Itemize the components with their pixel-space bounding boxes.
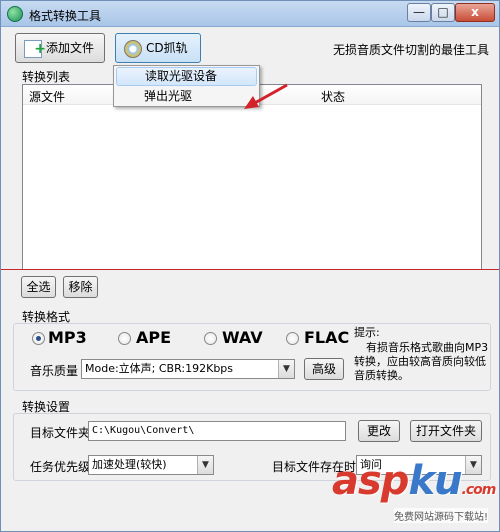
add-file-label: 添加文件 <box>46 41 95 55</box>
column-source-file[interactable]: 源文件 <box>29 88 65 105</box>
annotation-line <box>1 269 499 270</box>
radio-mp3[interactable] <box>32 332 45 345</box>
watermark-brand-a: asp <box>332 458 409 504</box>
file-list-label: 转换列表 <box>22 70 71 84</box>
priority-label: 任务优先级 <box>30 460 91 474</box>
close-button[interactable]: x <box>455 3 495 22</box>
advanced-button[interactable]: 高级 <box>304 358 344 380</box>
add-file-button[interactable]: 添加文件 <box>15 33 105 63</box>
window-title: 格式转换工具 <box>29 9 102 23</box>
menu-item-eject-drive[interactable]: 弹出光驱 <box>116 87 257 106</box>
annotation-arrow-icon <box>244 83 288 109</box>
cd-rip-button[interactable]: CD抓轨 <box>115 33 201 63</box>
minimize-button[interactable]: — <box>407 3 431 22</box>
app-window: 格式转换工具 — □ x 添加文件 CD抓轨 无损音质文件切割的最佳工具 转换列… <box>0 0 500 532</box>
add-file-icon <box>24 35 46 63</box>
radio-wav[interactable] <box>204 332 217 345</box>
hint-title: 提示: <box>354 326 380 339</box>
radio-label-mp3[interactable]: MP3 <box>48 328 87 347</box>
column-status[interactable]: 状态 <box>321 88 345 105</box>
tagline: 无损音质文件切割的最佳工具 <box>333 43 490 57</box>
change-folder-button[interactable]: 更改 <box>358 420 400 442</box>
hint-body: 有损音乐格式歌曲向MP3转换，应由较高音质向较低音质转换。 <box>354 341 489 382</box>
app-logo-icon <box>7 6 23 22</box>
quality-label: 音乐质量 <box>30 364 79 378</box>
title-bar[interactable]: 格式转换工具 — □ x <box>1 1 499 27</box>
watermark-subtitle: 免费网站源码下载站! <box>394 508 489 523</box>
radio-label-wav[interactable]: WAV <box>222 328 263 347</box>
select-all-button[interactable]: 全选 <box>21 276 56 298</box>
cd-rip-label: CD抓轨 <box>146 41 188 55</box>
chevron-down-icon[interactable]: ▼ <box>278 360 294 378</box>
open-folder-button[interactable]: 打开文件夹 <box>410 420 482 442</box>
watermark-brand: aspku.com <box>332 458 497 504</box>
quality-select[interactable]: Mode:立体声; CBR:192Kbps ▼ <box>81 359 295 379</box>
watermark-brand-b: ku <box>408 458 462 504</box>
target-folder-label: 目标文件夹 <box>30 426 91 440</box>
watermark-logo: aspku.com 免费网站源码下载站! <box>326 456 500 531</box>
cd-disc-icon <box>124 40 142 58</box>
menu-item-read-drive[interactable]: 读取光驱设备 <box>116 67 257 86</box>
format-group: MP3 APE WAV FLAC 音乐质量 Mode:立体声; CBR:192K… <box>13 323 491 391</box>
target-folder-input[interactable]: C:\Kugou\Convert\ <box>88 421 346 441</box>
radio-ape[interactable] <box>118 332 131 345</box>
radio-flac[interactable] <box>286 332 299 345</box>
priority-select[interactable]: 加速处理(较快) ▼ <box>88 455 214 475</box>
priority-select-value: 加速处理(较快) <box>92 458 167 471</box>
remove-button[interactable]: 移除 <box>63 276 98 298</box>
quality-select-value: Mode:立体声; CBR:192Kbps <box>85 362 234 375</box>
radio-label-ape[interactable]: APE <box>136 328 171 347</box>
cd-rip-menu: 读取光驱设备 弹出光驱 <box>113 65 260 107</box>
radio-label-flac[interactable]: FLAC <box>304 328 349 347</box>
maximize-button[interactable]: □ <box>431 3 455 22</box>
chevron-down-icon[interactable]: ▼ <box>197 456 213 474</box>
watermark-brand-c: .com <box>461 482 497 498</box>
